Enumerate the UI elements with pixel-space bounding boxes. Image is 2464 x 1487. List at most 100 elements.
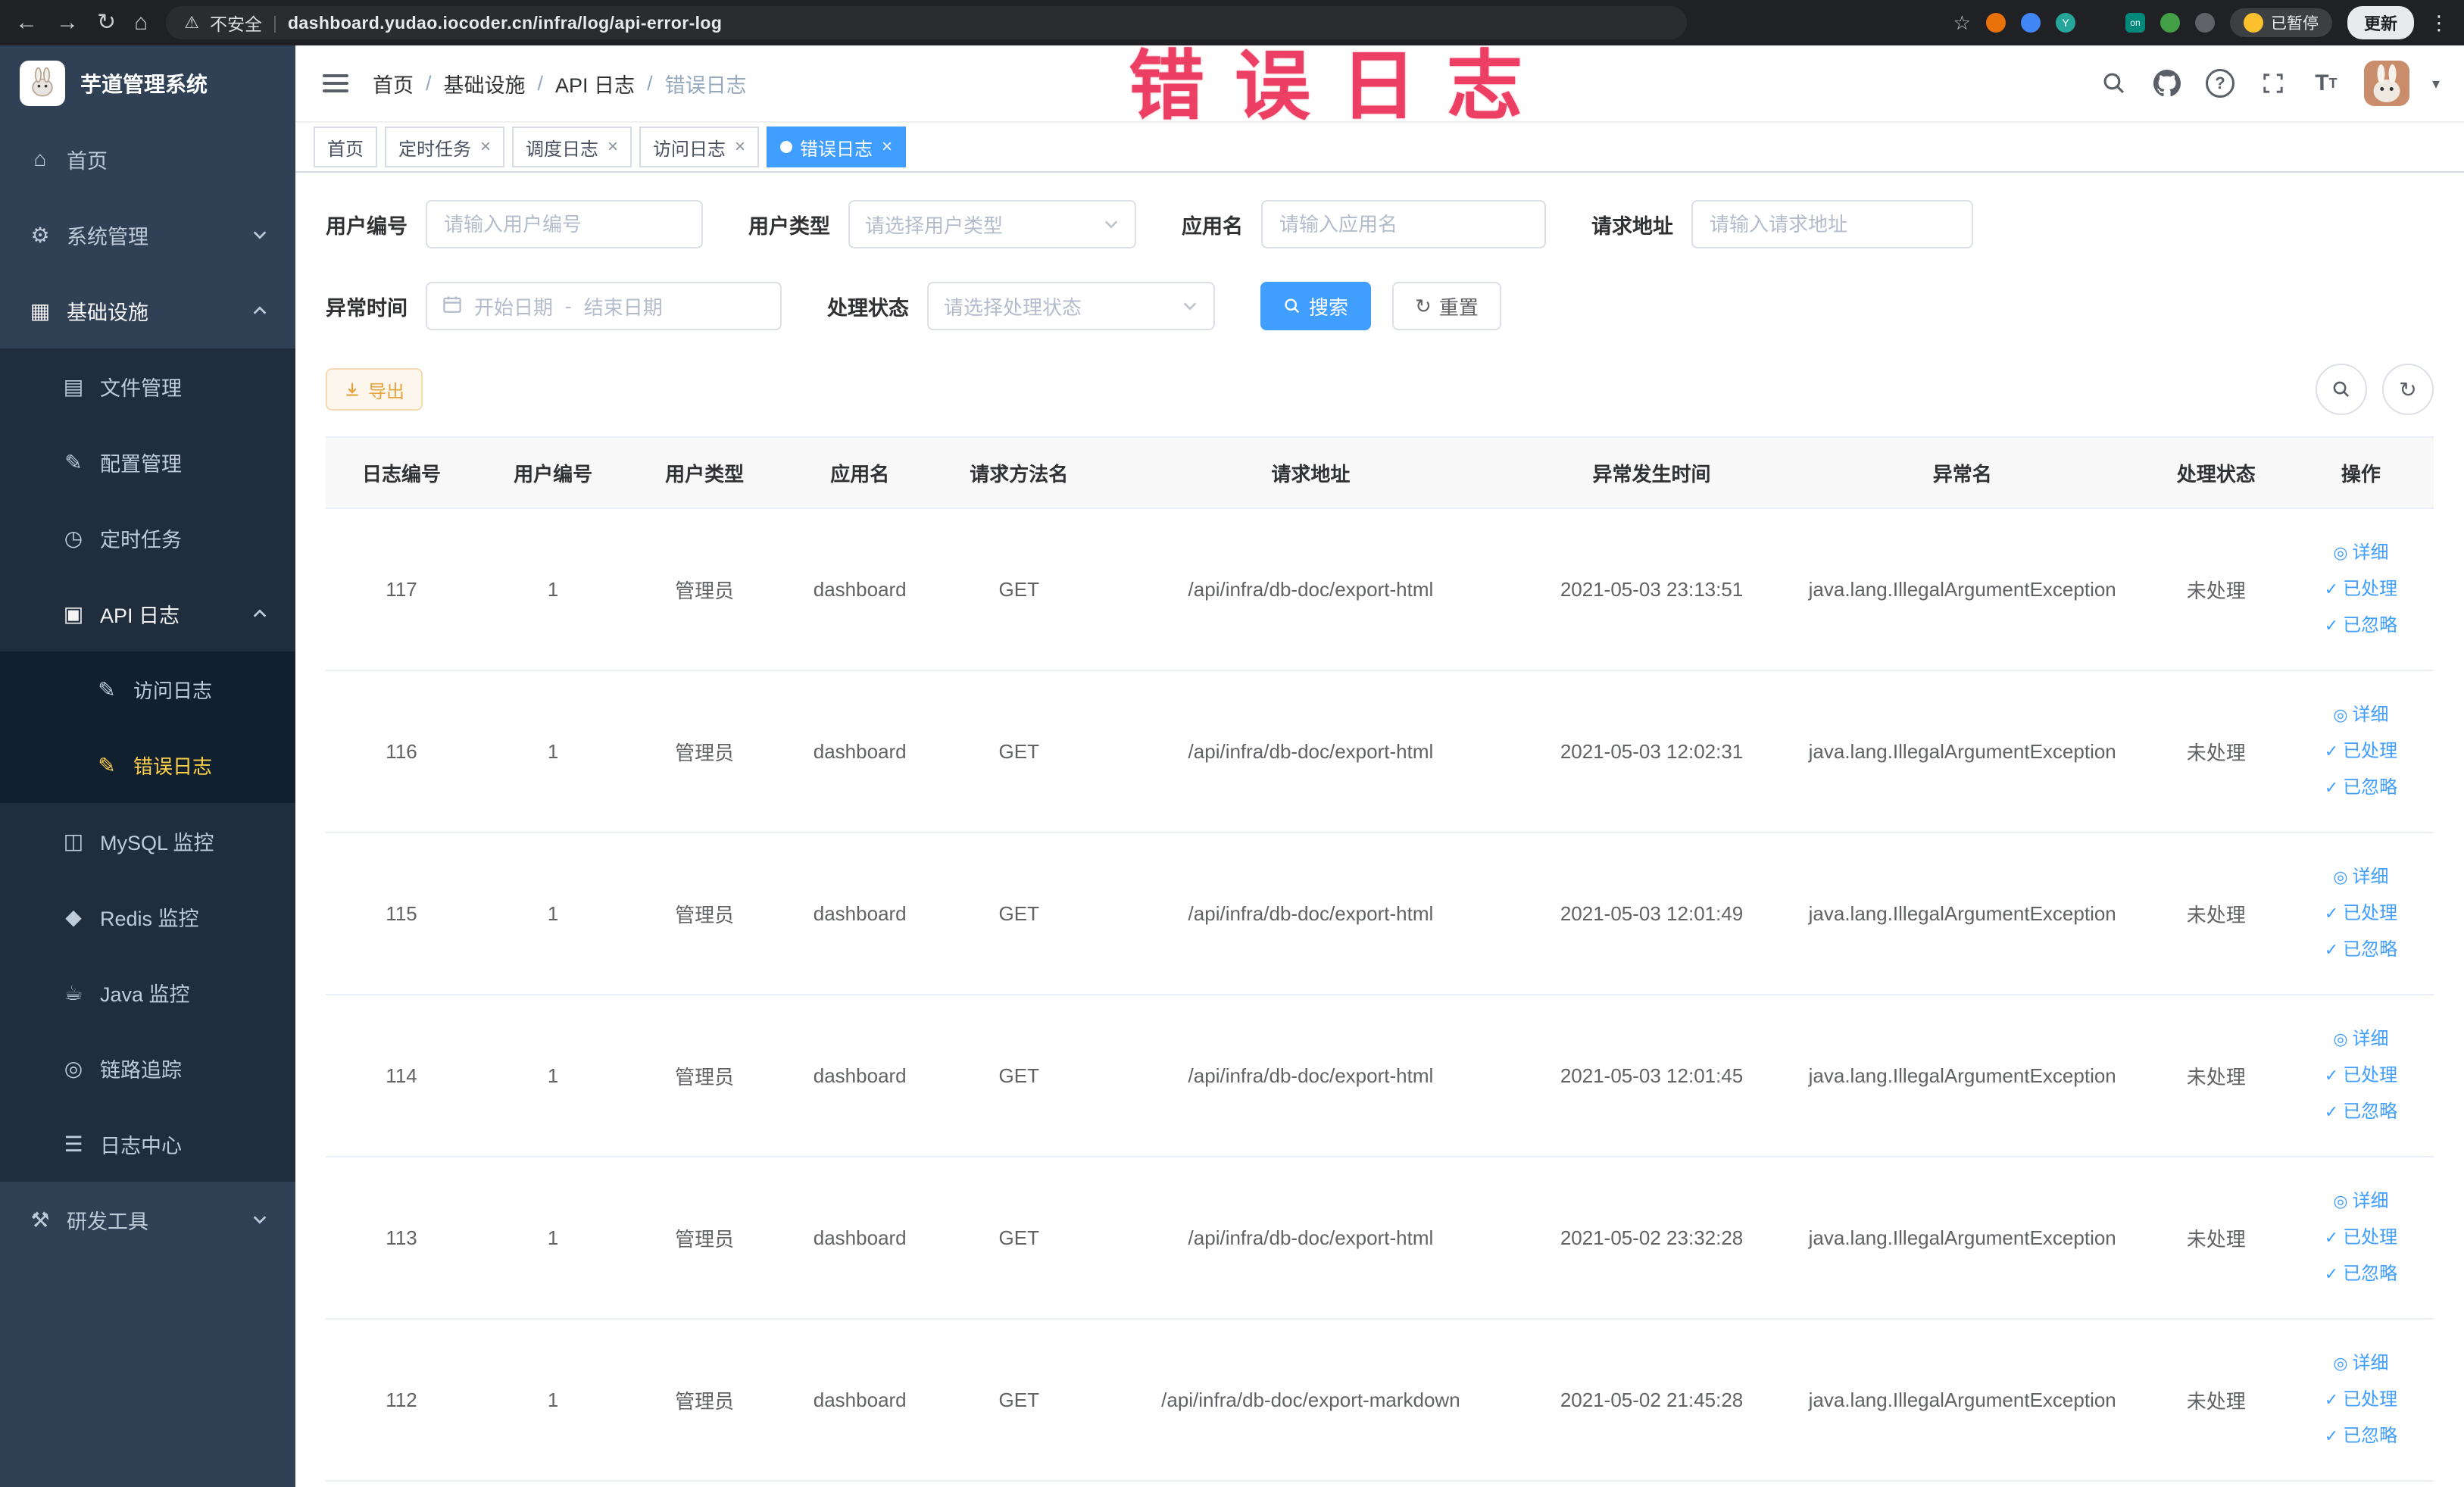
- breadcrumb-item-home[interactable]: 首页: [373, 69, 414, 98]
- ignored-link[interactable]: ✓ 已忽略: [2294, 1418, 2428, 1454]
- screen: ← → ↻ ⌂ ⚠ 不安全 | dashboard.yudao.iocoder.…: [0, 0, 2464, 1487]
- ignored-link[interactable]: ✓ 已忽略: [2294, 608, 2428, 644]
- cell-app-name: dashboard: [780, 833, 940, 995]
- sidebar-item-system-management[interactable]: ⚙ 系统管理: [0, 197, 295, 273]
- user-type-select[interactable]: 请选择用户类型: [848, 200, 1136, 248]
- processed-link[interactable]: ✓ 已处理: [2294, 1220, 2428, 1256]
- ignored-link[interactable]: ✓ 已忽略: [2294, 932, 2428, 968]
- divider: |: [273, 12, 277, 33]
- app-title: 芋道管理系统: [80, 73, 208, 96]
- sidebar-item-scheduled-tasks[interactable]: ◷ 定时任务: [0, 500, 295, 576]
- search-button-label: 搜索: [1309, 295, 1349, 319]
- close-tab-icon[interactable]: ×: [882, 136, 892, 158]
- user-id-input[interactable]: [426, 200, 703, 248]
- request-url-input[interactable]: [1691, 200, 1973, 248]
- chevron-down-icon[interactable]: ▾: [2432, 74, 2440, 93]
- active-dot-icon: [780, 141, 793, 153]
- home-icon[interactable]: ⌂: [134, 11, 148, 34]
- sidebar-item-tracing[interactable]: ◎ 链路追踪: [0, 1030, 295, 1106]
- ignored-link[interactable]: ✓ 已忽略: [2294, 1256, 2428, 1292]
- sidebar-item-label: 日志中心: [100, 1134, 182, 1157]
- sidebar-item-access-logs[interactable]: ✎ 访问日志: [0, 651, 295, 727]
- check-icon: ✓: [2324, 616, 2339, 635]
- fullscreen-icon[interactable]: [2258, 68, 2288, 98]
- processed-link[interactable]: ✓ 已处理: [2294, 895, 2428, 932]
- sidebar-item-file-management[interactable]: ▤ 文件管理: [0, 348, 295, 424]
- close-tab-icon[interactable]: ×: [607, 136, 618, 158]
- search-button[interactable]: 搜索: [1260, 282, 1372, 330]
- tab-scheduled-tasks[interactable]: 定时任务 ×: [385, 127, 505, 167]
- sidebar-item-log-center[interactable]: ☰ 日志中心: [0, 1106, 295, 1182]
- processed-link[interactable]: ✓ 已处理: [2294, 571, 2428, 608]
- processed-link[interactable]: ✓ 已处理: [2294, 1382, 2428, 1418]
- toggle-search-button[interactable]: [2316, 364, 2367, 415]
- update-button[interactable]: 更新: [2347, 6, 2414, 39]
- reset-button-label: 重置: [1438, 295, 1479, 319]
- sidebar-item-java-monitor[interactable]: ☕ Java 监控: [0, 954, 295, 1030]
- detail-link[interactable]: ◎ 详细: [2294, 1021, 2428, 1057]
- detail-link[interactable]: ◎ 详细: [2294, 535, 2428, 571]
- close-tab-icon[interactable]: ×: [735, 136, 745, 158]
- search-icon[interactable]: [2099, 68, 2129, 98]
- bookmark-star-icon[interactable]: ☆: [1953, 13, 1971, 33]
- export-button[interactable]: 导出: [326, 368, 423, 411]
- extension-icon[interactable]: Y: [2055, 13, 2075, 33]
- extension-icon[interactable]: [2194, 13, 2215, 33]
- col-header-user-id: 用户编号: [477, 436, 629, 509]
- sidebar-item-config-management[interactable]: ✎ 配置管理: [0, 424, 295, 500]
- sidebar: 芋道管理系统 ⌂ 首页 ⚙ 系统管理 ▦ 基础设施 ▤ 文件管理 ✎ 配置管理 …: [0, 45, 295, 1487]
- sidebar-item-home[interactable]: ⌂ 首页: [0, 121, 295, 197]
- address-bar[interactable]: ⚠ 不安全 | dashboard.yudao.iocoder.cn/infra…: [166, 6, 1688, 39]
- extension-icon[interactable]: [1985, 13, 2006, 33]
- back-icon[interactable]: ←: [15, 11, 38, 34]
- extension-grid-icon[interactable]: [2091, 13, 2110, 33]
- sidebar-item-mysql-monitor[interactable]: ◫ MySQL 监控: [0, 803, 295, 879]
- breadcrumb-item-infrastructure[interactable]: 基础设施: [444, 69, 526, 98]
- detail-link[interactable]: ◎ 详细: [2294, 859, 2428, 895]
- ignored-link[interactable]: ✓ 已忽略: [2294, 770, 2428, 806]
- process-status-select[interactable]: 请选择处理状态: [927, 282, 1215, 330]
- sidebar-item-api-logs[interactable]: ▣ API 日志: [0, 576, 295, 651]
- sidebar-item-error-logs[interactable]: ✎ 错误日志: [0, 727, 295, 803]
- close-tab-icon[interactable]: ×: [480, 136, 491, 158]
- sidebar-item-label: 首页: [67, 149, 108, 173]
- help-icon[interactable]: ?: [2205, 68, 2235, 98]
- browser-menu-icon[interactable]: ⋮: [2429, 11, 2449, 35]
- chevron-down-icon: [1182, 292, 1198, 320]
- sidebar-item-infrastructure[interactable]: ▦ 基础设施: [0, 273, 295, 348]
- tab-access-logs[interactable]: 访问日志 ×: [639, 127, 760, 167]
- avatar[interactable]: [2363, 61, 2409, 106]
- processed-link[interactable]: ✓ 已处理: [2294, 1057, 2428, 1094]
- detail-link[interactable]: ◎ 详细: [2294, 1183, 2428, 1220]
- detail-link[interactable]: ◎ 详细: [2294, 697, 2428, 733]
- ignored-link[interactable]: ✓ 已忽略: [2294, 1094, 2428, 1130]
- processed-link[interactable]: ✓ 已处理: [2294, 733, 2428, 770]
- extension-icon[interactable]: [2160, 13, 2180, 33]
- tab-schedule-logs[interactable]: 调度日志 ×: [512, 127, 632, 167]
- start-date-placeholder: 开始日期: [474, 295, 554, 319]
- cell-actions: ◎ 详细 ✓ 已处理 ✓ 已忽略: [2288, 1319, 2434, 1482]
- cell-log-id: 114: [326, 995, 478, 1157]
- sidebar-item-redis-monitor[interactable]: ◆ Redis 监控: [0, 879, 295, 954]
- tab-error-logs[interactable]: 错误日志 ×: [767, 127, 907, 167]
- github-icon[interactable]: [2152, 68, 2182, 98]
- cell-actions: ◎ 详细 ✓ 已处理 ✓ 已忽略: [2288, 995, 2434, 1157]
- forward-icon[interactable]: →: [56, 11, 79, 34]
- hamburger-icon[interactable]: [320, 68, 351, 98]
- refresh-table-button[interactable]: ↻: [2382, 364, 2434, 415]
- breadcrumb-item-api-logs[interactable]: API 日志: [555, 69, 635, 98]
- sidebar-item-dev-tools[interactable]: ⚒ 研发工具: [0, 1182, 295, 1257]
- reload-icon[interactable]: ↻: [97, 11, 116, 34]
- profile-avatar-icon: [2243, 13, 2263, 33]
- reset-button[interactable]: ↻ 重置: [1392, 282, 1501, 330]
- font-size-icon[interactable]: TT: [2311, 68, 2341, 98]
- extension-icon[interactable]: on: [2125, 13, 2145, 33]
- tab-home[interactable]: 首页: [314, 127, 377, 167]
- profile-paused-chip[interactable]: 已暂停: [2229, 8, 2332, 37]
- extension-icon[interactable]: [2020, 13, 2041, 33]
- paused-label: 已暂停: [2270, 15, 2319, 33]
- detail-link[interactable]: ◎ 详细: [2294, 1345, 2428, 1382]
- date-range-picker[interactable]: 开始日期 - 结束日期: [426, 282, 782, 330]
- cell-actions: ◎ 详细 ✓ 已处理 ✓ 已忽略: [2288, 670, 2434, 833]
- app-name-input[interactable]: [1261, 200, 1546, 248]
